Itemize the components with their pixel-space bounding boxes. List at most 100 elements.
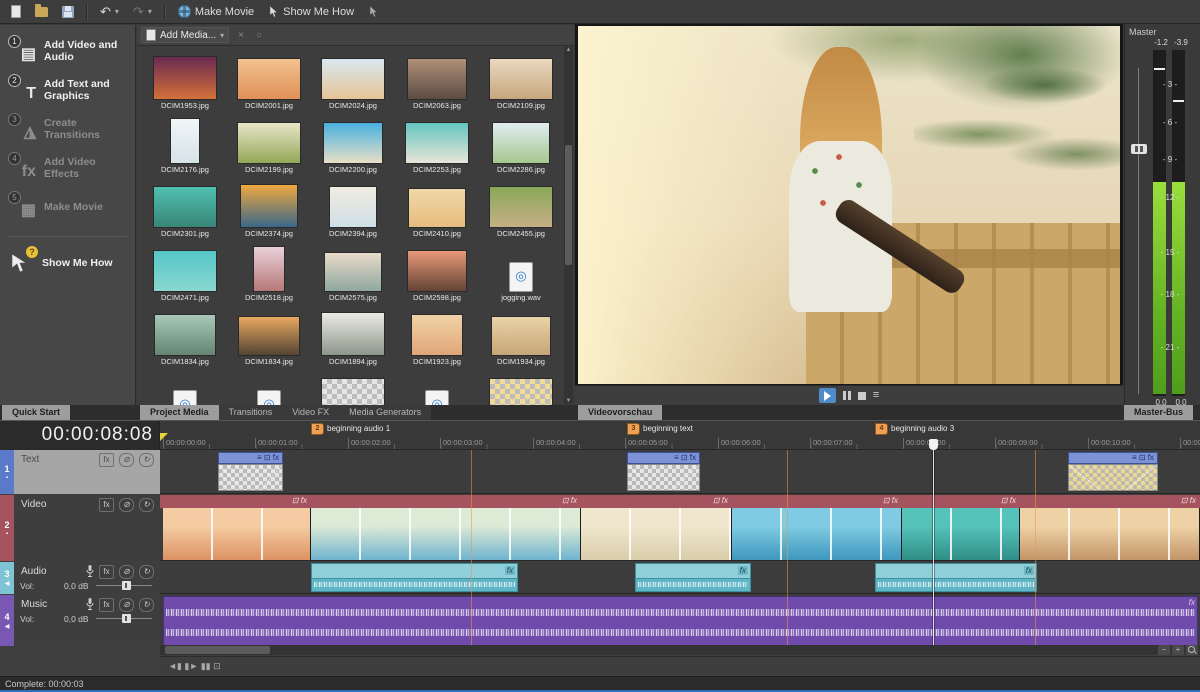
pan-crop-fx-icons[interactable]: ⊡ fx [1001,496,1016,505]
play-button[interactable] [819,388,836,403]
quick-start-step[interactable]: ◮ 3 Create Transitions [10,116,131,142]
quick-start-step[interactable]: ▤ 1 Add Video and Audio [10,38,131,64]
track-motion-button[interactable]: ↻ [139,498,154,512]
zoom-in-button[interactable]: + [1172,645,1184,655]
volume-slider[interactable] [96,585,152,586]
track-motion-button[interactable]: ↻ [139,453,154,467]
track-mute-button[interactable]: ⊘ [119,565,134,579]
media-tab[interactable]: Video FX [282,405,339,420]
track-content-video[interactable]: ⊡ fx ⊡ fx ⊡ fx ⊡ fx ⊡ fx [160,495,1200,561]
track-content-music[interactable]: fx [160,595,1200,646]
tab-quick-start[interactable]: Quick Start [2,405,70,420]
event-fx-icon[interactable]: fx [738,566,748,575]
media-item[interactable]: DCIM2575.jpg [311,239,395,303]
video-event[interactable]: ⊡ fx [1020,508,1200,560]
media-properties-icon[interactable]: ○ [253,30,265,41]
volume-slider-handle[interactable] [122,581,131,590]
media-item[interactable]: DCIM2471.jpg [143,239,227,303]
media-item[interactable]: DCIM2410.jpg [395,175,479,239]
media-item[interactable]: DCIM2374.jpg [227,175,311,239]
media-item[interactable] [143,367,227,405]
zoom-tool-icon[interactable] [1186,645,1198,655]
playhead-line[interactable] [933,448,934,646]
media-item[interactable]: DCIM2518.jpg [227,239,311,303]
track-content-text[interactable]: ≡ ⊡ fx ≡ ⊡ fx ≡ ⊡ fx [160,450,1200,494]
music-event[interactable]: fx [163,596,1198,646]
scroll-up-icon[interactable]: ▲ [564,47,573,53]
playhead-handle[interactable] [929,439,938,450]
quick-start-step[interactable]: T 2 Add Text and Graphics [10,77,131,103]
track-fx-button[interactable]: fx [99,565,114,579]
pan-crop-fx-icons[interactable]: ⊡ fx [562,496,577,505]
timeline-hscrollbar[interactable]: − + [160,645,1200,655]
media-item[interactable]: DCIM2109.jpg [479,47,563,111]
media-item[interactable]: DCIM1934.jpg [479,303,563,367]
track-fx-button[interactable]: fx [99,598,114,612]
media-item[interactable]: DCIM1894.jpg [311,303,395,367]
pan-crop-fx-icons[interactable]: ⊡ fx [1181,496,1196,505]
media-scroll-thumb[interactable] [565,145,572,265]
media-item[interactable]: DCIM2200.jpg [311,111,395,175]
save-project-button[interactable] [57,2,79,22]
media-tab[interactable]: Project Media [140,405,219,420]
event-fx-icon[interactable]: fx [1189,598,1195,607]
show-me-how-button[interactable]: Show Me How [263,2,359,22]
track-mute-button[interactable]: ⊘ [119,453,134,467]
audio-event[interactable]: fx [875,563,1037,592]
pan-crop-fx-icons[interactable]: ⊡ fx [883,496,898,505]
media-item[interactable]: DCIM1834.jpg [143,303,227,367]
video-event[interactable]: ⊡ fx [581,508,732,560]
media-item[interactable]: DCIM2455.jpg [479,175,563,239]
track-motion-button[interactable]: ↻ [139,598,154,612]
video-event[interactable]: ⊡ fx [311,508,581,560]
media-item[interactable]: jogging.wav [479,239,563,303]
media-item[interactable]: DCIM2199.jpg [227,111,311,175]
hscroll-thumb[interactable] [165,646,270,654]
track-motion-button[interactable]: ↻ [139,565,154,579]
open-project-button[interactable] [30,2,53,22]
make-movie-button[interactable]: Make Movie [173,2,259,22]
add-media-button[interactable]: Add Media... ▾ [141,27,229,43]
track-header-audio[interactable]: 3◀ Audio fx ⊘ ↻ Vol: 0,0 dB [0,562,160,594]
stop-button[interactable] [858,392,866,400]
media-scrollbar[interactable]: ▲ ▼ [564,47,573,404]
record-arm-mic-icon[interactable] [86,598,94,611]
interactive-tutorial-button[interactable] [363,2,384,22]
event-fx-icon[interactable]: fx [1024,566,1034,575]
track-fx-button[interactable]: fx [99,498,114,512]
media-item[interactable]: DCIM2024.jpg [311,47,395,111]
quick-start-step[interactable]: fx 4 Add Video Effects [10,155,131,181]
media-item[interactable]: DCIM2176.jpg [143,111,227,175]
track-mute-button[interactable]: ⊘ [119,598,134,612]
remove-media-icon[interactable]: × [235,30,247,41]
pan-crop-fx-icons[interactable]: ⊡ fx [292,496,307,505]
track-content-audio[interactable]: fx fx fx [160,562,1200,594]
media-item[interactable] [479,367,563,405]
media-tab[interactable]: Transitions [219,405,283,420]
media-item[interactable]: DCIM2301.jpg [143,175,227,239]
media-item[interactable]: DCIM2286.jpg [479,111,563,175]
track-fx-button[interactable]: fx [99,453,114,467]
audio-event[interactable]: fx [311,563,518,592]
text-event[interactable]: ≡ ⊡ fx [1068,452,1158,491]
track-header-music[interactable]: 4◀ Music fx ⊘ ↻ Vol: 0,0 dB [0,595,160,646]
media-item[interactable]: DCIM2598.jpg [395,239,479,303]
video-event[interactable]: ⊡ fx [732,508,902,560]
media-item[interactable]: DCIM2253.jpg [395,111,479,175]
text-event[interactable]: ≡ ⊡ fx [218,452,283,491]
pause-button[interactable] [843,391,851,400]
start-marker-icon[interactable] [160,433,168,441]
media-item[interactable] [311,367,395,405]
quick-start-step[interactable]: ▦ 5 Make Movie [10,194,131,220]
timeline-marker[interactable]: 4 beginning audio 3 [875,423,954,434]
media-item[interactable] [227,367,311,405]
timeline-ruler[interactable]: 00:00:00:00 00:00:01:00 00:00:02:00 00:0… [160,421,1200,450]
tab-video-preview[interactable]: Videovorschau [578,405,662,420]
undo-button[interactable]: ↶▾ [95,2,124,22]
track-mute-button[interactable]: ⊘ [119,498,134,512]
master-fader-handle[interactable] [1131,144,1147,154]
media-item[interactable]: DCIM1834.jpg [227,303,311,367]
volume-slider-handle[interactable] [122,614,131,623]
show-me-how-item[interactable]: ? Show Me How [8,251,131,275]
media-item[interactable]: DCIM2394.jpg [311,175,395,239]
